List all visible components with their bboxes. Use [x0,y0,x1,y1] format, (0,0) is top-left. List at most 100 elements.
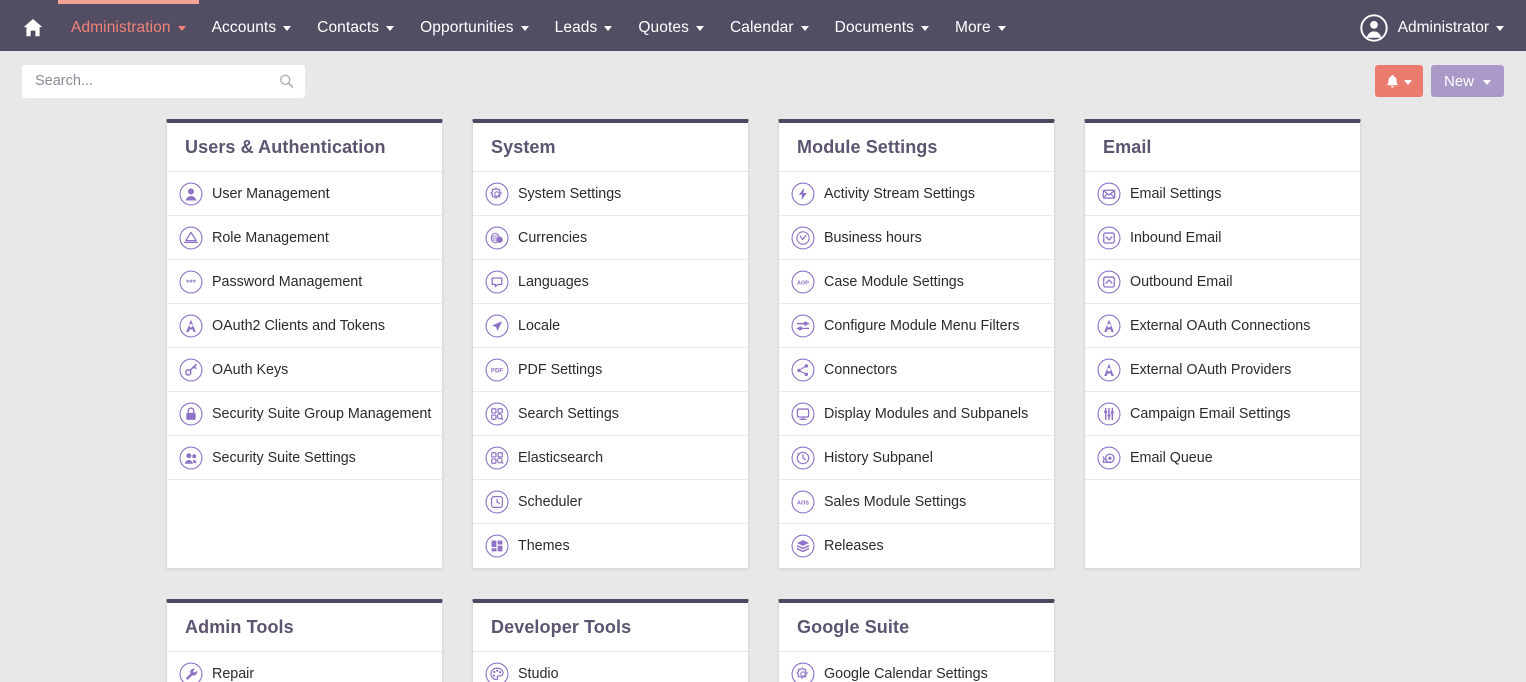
home-button[interactable] [0,0,58,51]
panel-filler-row [1085,480,1360,524]
nav-item-calendar[interactable]: Calendar [717,0,822,51]
panel-link-inbound-email[interactable]: Inbound Email [1085,216,1360,260]
panel-link-external-oauth-providers[interactable]: External OAuth Providers [1085,348,1360,392]
search-input[interactable] [22,65,305,98]
panel-link-system-settings[interactable]: System Settings [473,172,748,216]
panel-link-currencies[interactable]: Currencies [473,216,748,260]
panel-link-pdf-settings[interactable]: PDF PDF Settings [473,348,748,392]
panel-link-configure-module-menu-filters[interactable]: Configure Module Menu Filters [779,304,1054,348]
panel-body: Google Calendar Settings [779,652,1054,682]
panel-link-google-calendar-settings[interactable]: Google Calendar Settings [779,652,1054,682]
panel-link-label: Password Management [212,274,362,290]
panel-link-oauth2-clients-and-tokens[interactable]: OAuth2 Clients and Tokens [167,304,442,348]
panel-link-security-suite-group-management[interactable]: Security Suite Group Management [167,392,442,436]
monitor-icon [791,402,815,426]
search-icon[interactable] [279,74,294,89]
wrench-icon [179,662,203,682]
panel-link-activity-stream-settings[interactable]: Activity Stream Settings [779,172,1054,216]
gear-icon [791,662,815,682]
admin-panel-module-settings: Module Settings Activity Stream Settings B… [778,119,1055,569]
panel-title: Email [1085,123,1360,172]
panel-body: Repair [167,652,442,682]
nav-item-label: More [955,19,991,37]
panel-title: Google Suite [779,603,1054,652]
user-menu[interactable]: Administrator [1360,0,1526,51]
panel-link-email-settings[interactable]: Email Settings [1085,172,1360,216]
clock-check-icon [791,226,815,250]
role-hat-icon [179,226,203,250]
panel-link-label: Security Suite Settings [212,450,356,466]
palette-icon [485,662,509,682]
panel-link-locale[interactable]: Locale [473,304,748,348]
nav-item-documents[interactable]: Documents [822,0,942,51]
panel-link-studio[interactable]: Studio [473,652,748,682]
panel-link-connectors[interactable]: Connectors [779,348,1054,392]
panel-link-scheduler[interactable]: Scheduler [473,480,748,524]
panel-title: Module Settings [779,123,1054,172]
panel-link-label: Themes [518,538,570,554]
nav-item-leads[interactable]: Leads [542,0,626,51]
panel-link-case-module-settings[interactable]: AOPCase Module Settings [779,260,1054,304]
panel-link-label: External OAuth Providers [1130,362,1291,378]
svg-text:PDF: PDF [491,367,504,374]
panel-link-business-hours[interactable]: Business hours [779,216,1054,260]
nav-item-label: Accounts [212,19,277,37]
snail-icon [1097,446,1121,470]
admin-panel-system: SystemSystem SettingsCurrenciesLanguages… [472,119,749,569]
panel-link-label: Activity Stream Settings [824,186,975,202]
new-button[interactable]: New [1431,65,1504,97]
panel-link-search-settings[interactable]: Search Settings [473,392,748,436]
panel-link-role-management[interactable]: Role Management [167,216,442,260]
users-group-icon [179,446,203,470]
nav-item-label: Calendar [730,19,794,37]
panel-link-email-queue[interactable]: Email Queue [1085,436,1360,480]
panel-link-themes[interactable]: Themes [473,524,748,568]
panel-link-oauth-keys[interactable]: OAuth Keys [167,348,442,392]
panel-link-label: PDF Settings [518,362,602,378]
clock-icon [485,490,509,514]
nav-item-more[interactable]: More [942,0,1019,51]
chevron-down-icon [178,26,186,31]
home-icon [22,17,44,39]
panel-link-label: Security Suite Group Management [212,406,431,422]
panel-link-releases[interactable]: Releases [779,524,1054,568]
panel-link-sales-module-settings[interactable]: AOSSales Module Settings [779,480,1054,524]
sliders-icon [791,314,815,338]
panel-body: System SettingsCurrenciesLanguagesLocale… [473,172,748,568]
panel-link-label: Inbound Email [1130,230,1221,246]
aop-icon: AOP [791,270,815,294]
currency-coins-icon [485,226,509,250]
history-icon [791,446,815,470]
nav-item-accounts[interactable]: Accounts [199,0,305,51]
layers-icon [791,534,815,558]
search-box[interactable] [22,65,305,98]
panel-link-languages[interactable]: Languages [473,260,748,304]
alerts-button[interactable] [1375,65,1423,97]
nav-item-administration[interactable]: Administration [58,0,199,51]
panel-link-repair[interactable]: Repair [167,652,442,682]
panel-link-display-modules-and-subpanels[interactable]: Display Modules and Subpanels [779,392,1054,436]
panel-link-label: History Subpanel [824,450,933,466]
nav-item-quotes[interactable]: Quotes [625,0,717,51]
password-asterisks-icon: *** [179,270,203,294]
key-icon [179,358,203,382]
panel-link-label: Releases [824,538,884,554]
envelope-icon [1097,182,1121,206]
panel-title: Admin Tools [167,603,442,652]
panel-link-label: Email Settings [1130,186,1221,202]
panel-link-elasticsearch[interactable]: Elasticsearch [473,436,748,480]
panel-link-label: Google Calendar Settings [824,666,988,682]
panel-link-security-suite-settings[interactable]: Security Suite Settings [167,436,442,480]
panel-link-history-subpanel[interactable]: History Subpanel [779,436,1054,480]
nav-item-label: Opportunities [420,19,514,37]
gear-icon [485,182,509,206]
svg-text:AOP: AOP [797,280,809,286]
panel-link-campaign-email-settings[interactable]: Campaign Email Settings [1085,392,1360,436]
nav-item-contacts[interactable]: Contacts [304,0,407,51]
nav-item-opportunities[interactable]: Opportunities [407,0,542,51]
panel-link-outbound-email[interactable]: Outbound Email [1085,260,1360,304]
admin-panel-email: Email Email Settings Inbound Email Outbound… [1084,119,1361,569]
panel-link-external-oauth-connections[interactable]: External OAuth Connections [1085,304,1360,348]
panel-link-password-management[interactable]: *** Password Management [167,260,442,304]
panel-link-user-management[interactable]: User Management [167,172,442,216]
